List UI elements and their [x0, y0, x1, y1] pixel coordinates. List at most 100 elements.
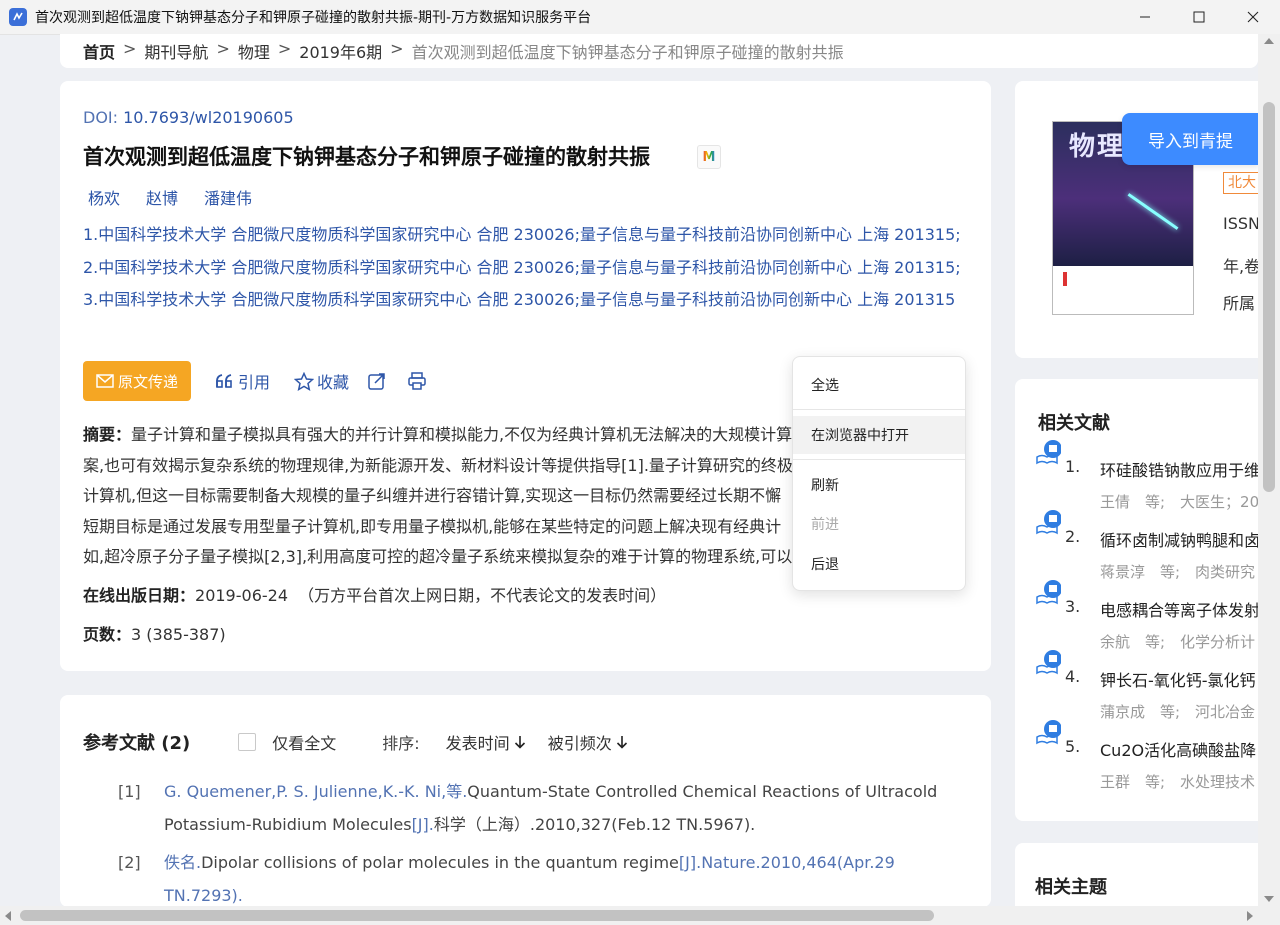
- cite-button[interactable]: 引用: [215, 369, 270, 393]
- menu-separator: [793, 459, 965, 460]
- context-menu: 全选 在浏览器中打开 刷新 前进 后退: [792, 356, 966, 591]
- related-item-title[interactable]: 环硅酸锆钠散应用于维: [1100, 457, 1260, 481]
- mail-icon: [96, 374, 114, 388]
- pub-date: 在线出版日期：2019-06-24 （万方平台首次上网日期，不代表论文的发表时间…: [83, 582, 666, 606]
- sort-pubtime-label: 发表时间: [445, 734, 510, 753]
- fulltext-only-label[interactable]: 仅看全文: [272, 730, 336, 754]
- arrow-down-icon: [514, 736, 525, 749]
- related-item-meta: 蒋景淳 等; 肉类研究: [1100, 563, 1256, 581]
- share-button[interactable]: [367, 371, 387, 391]
- reference-title[interactable]: Dipolar collisions of polar molecules in…: [201, 853, 679, 872]
- breadcrumb-separator: >: [123, 39, 137, 58]
- author-link[interactable]: 赵博: [146, 185, 178, 209]
- book-icon: [1036, 440, 1061, 465]
- abstract-line: 计算机,但这一目标需要制备大规模的量子纠缠并进行容错计算,实现这一目标仍然需要经…: [83, 486, 782, 505]
- pubdate-note: （万方平台首次上网日期，不代表论文的发表时间）: [298, 586, 667, 605]
- print-icon: [408, 372, 426, 390]
- close-button[interactable]: [1226, 0, 1280, 34]
- abstract-line: 如,超冷原子分子量子模拟[2,3],利用高度可控的超冷量子系统来模拟复杂的难于计…: [83, 547, 793, 566]
- mendeley-icon[interactable]: M: [697, 145, 721, 169]
- reference-item: [1] G. Quemener,P. S. Julienne,K.-K. Ni,…: [118, 775, 968, 841]
- book-icon: [1036, 580, 1061, 605]
- scroll-left-icon[interactable]: [5, 911, 11, 921]
- scroll-right-icon[interactable]: [1247, 911, 1253, 921]
- maximize-button[interactable]: [1172, 0, 1226, 34]
- reference-number: [1]: [118, 782, 141, 801]
- reference-item: [2] 佚名.Dipolar collisions of polar molec…: [118, 846, 968, 912]
- window-titlebar: 首次观测到超低温度下钠钾基态分子和钾原子碰撞的散射共振-期刊-万方数据知识服务平…: [0, 0, 1280, 35]
- related-item-title[interactable]: 循环卤制减钠鸭腿和卤: [1100, 527, 1260, 551]
- affiliations[interactable]: 1.中国科学技术大学 合肥微尺度物质科学国家研究中心 合肥 230026;量子信…: [83, 219, 973, 317]
- related-item-title[interactable]: 电感耦合等离子体发射: [1100, 597, 1260, 621]
- breadcrumb-journal[interactable]: 物理: [238, 39, 270, 63]
- breadcrumb-journal-nav[interactable]: 期刊导航: [144, 39, 208, 63]
- cover-decoration: [1127, 193, 1179, 230]
- doi-link[interactable]: 10.7693/wl20190605: [123, 108, 294, 127]
- star-icon: [294, 371, 315, 391]
- scroll-up-icon[interactable]: [1264, 38, 1274, 44]
- favorite-button[interactable]: 收藏: [294, 369, 349, 393]
- breadcrumb-current: 首次观测到超低温度下钠钾基态分子和钾原子碰撞的散射共振: [411, 43, 844, 62]
- menu-item-open-in-browser[interactable]: 在浏览器中打开: [793, 416, 965, 454]
- menu-separator: [793, 409, 965, 410]
- related-number: 2.: [1065, 527, 1081, 546]
- menu-item-forward[interactable]: 前进: [793, 505, 965, 543]
- app-icon: [9, 8, 27, 26]
- sort-by-cited[interactable]: 被引频次: [548, 730, 628, 754]
- abstract-line: 量子计算和量子模拟具有强大的并行计算和模拟能力,不仅为经典计算机无法解决的大规模…: [131, 425, 793, 444]
- reference-number: [2]: [118, 853, 141, 872]
- transfer-label: 原文传递: [117, 372, 178, 391]
- abstract-line: 案,也可有效揭示复杂系统的物理规律,为新能源开发、新材料设计等提供指导[1].量…: [83, 455, 793, 475]
- reference-authors[interactable]: 佚名.: [164, 853, 201, 872]
- related-item-meta: 蒲京成 等; 河北冶金: [1100, 703, 1256, 721]
- sort-label: 排序:: [382, 734, 420, 753]
- breadcrumb-issue[interactable]: 2019年6期: [299, 39, 382, 63]
- abstract: 摘要：量子计算和量子模拟具有强大的并行计算和模拟能力,不仅为经典计算机无法解决的…: [83, 420, 798, 572]
- pubdate-value: 2019-06-24: [195, 586, 288, 605]
- menu-item-back[interactable]: 后退: [793, 545, 965, 583]
- topics-title: 相关主题: [1035, 877, 1107, 898]
- cover-title: 物理: [1069, 132, 1126, 162]
- related-number: 3.: [1065, 597, 1081, 616]
- breadcrumb-separator: >: [216, 39, 230, 58]
- abstract-label: 摘要：: [83, 425, 132, 444]
- related-item-title[interactable]: 钾长石-氧化钙-氯化钙: [1100, 667, 1256, 691]
- references-header: 参考文献 (2) 仅看全文 排序: 发表时间 被引频次: [83, 729, 628, 755]
- related-number: 1.: [1065, 457, 1081, 476]
- vertical-scrollbar[interactable]: [1258, 34, 1280, 906]
- author-link[interactable]: 潘建伟: [204, 185, 252, 209]
- related-title: 相关文献: [1038, 413, 1110, 434]
- print-button[interactable]: [407, 371, 427, 391]
- breadcrumb-home[interactable]: 首页: [83, 39, 115, 63]
- close-icon: [1247, 11, 1259, 23]
- book-icon: [1036, 650, 1061, 675]
- favorite-label: 收藏: [317, 373, 350, 392]
- related-item-meta: 王倩 等; 大医生；20: [1100, 493, 1260, 511]
- transfer-button[interactable]: 原文传递: [83, 361, 191, 401]
- sort-by-pubtime[interactable]: 发表时间: [446, 730, 526, 754]
- sort-cited-label: 被引频次: [547, 734, 612, 753]
- related-item-meta: 王群 等; 水处理技术: [1100, 773, 1256, 791]
- horizontal-scroll-thumb[interactable]: [20, 910, 934, 921]
- reference-type: [J].: [411, 815, 434, 834]
- import-button[interactable]: 导入到青提: [1122, 113, 1259, 165]
- journal-year-volume: 年,卷: [1223, 257, 1261, 276]
- doi-label: DOI:: [83, 108, 124, 127]
- horizontal-scrollbar[interactable]: [0, 906, 1258, 925]
- window-title: 首次观测到超低温度下钠钾基态分子和钾原子碰撞的散射共振-期刊-万方数据知识服务平…: [35, 10, 592, 26]
- author-link[interactable]: 杨欢: [88, 185, 120, 209]
- book-icon: [1036, 510, 1061, 535]
- references-card: 参考文献 (2) 仅看全文 排序: 发表时间 被引频次 [1] G. Queme…: [60, 695, 991, 907]
- scroll-down-icon[interactable]: [1264, 896, 1274, 902]
- maximize-icon: [1193, 11, 1205, 23]
- related-topics-card: 相关主题: [1015, 843, 1258, 907]
- menu-item-refresh[interactable]: 刷新: [793, 466, 965, 504]
- reference-text: G. Quemener,P. S. Julienne,K.-K. Ni,等.Qu…: [164, 775, 968, 841]
- pages-label: 页数：: [83, 625, 132, 644]
- vertical-scroll-thumb[interactable]: [1263, 102, 1275, 492]
- related-item-title[interactable]: Cu2O活化高碘酸盐降: [1100, 737, 1256, 761]
- reference-authors[interactable]: G. Quemener,P. S. Julienne,K.-K. Ni,等.: [164, 782, 467, 801]
- fulltext-only-checkbox[interactable]: [238, 733, 257, 751]
- minimize-button[interactable]: [1118, 0, 1172, 34]
- menu-item-select-all[interactable]: 全选: [793, 366, 965, 404]
